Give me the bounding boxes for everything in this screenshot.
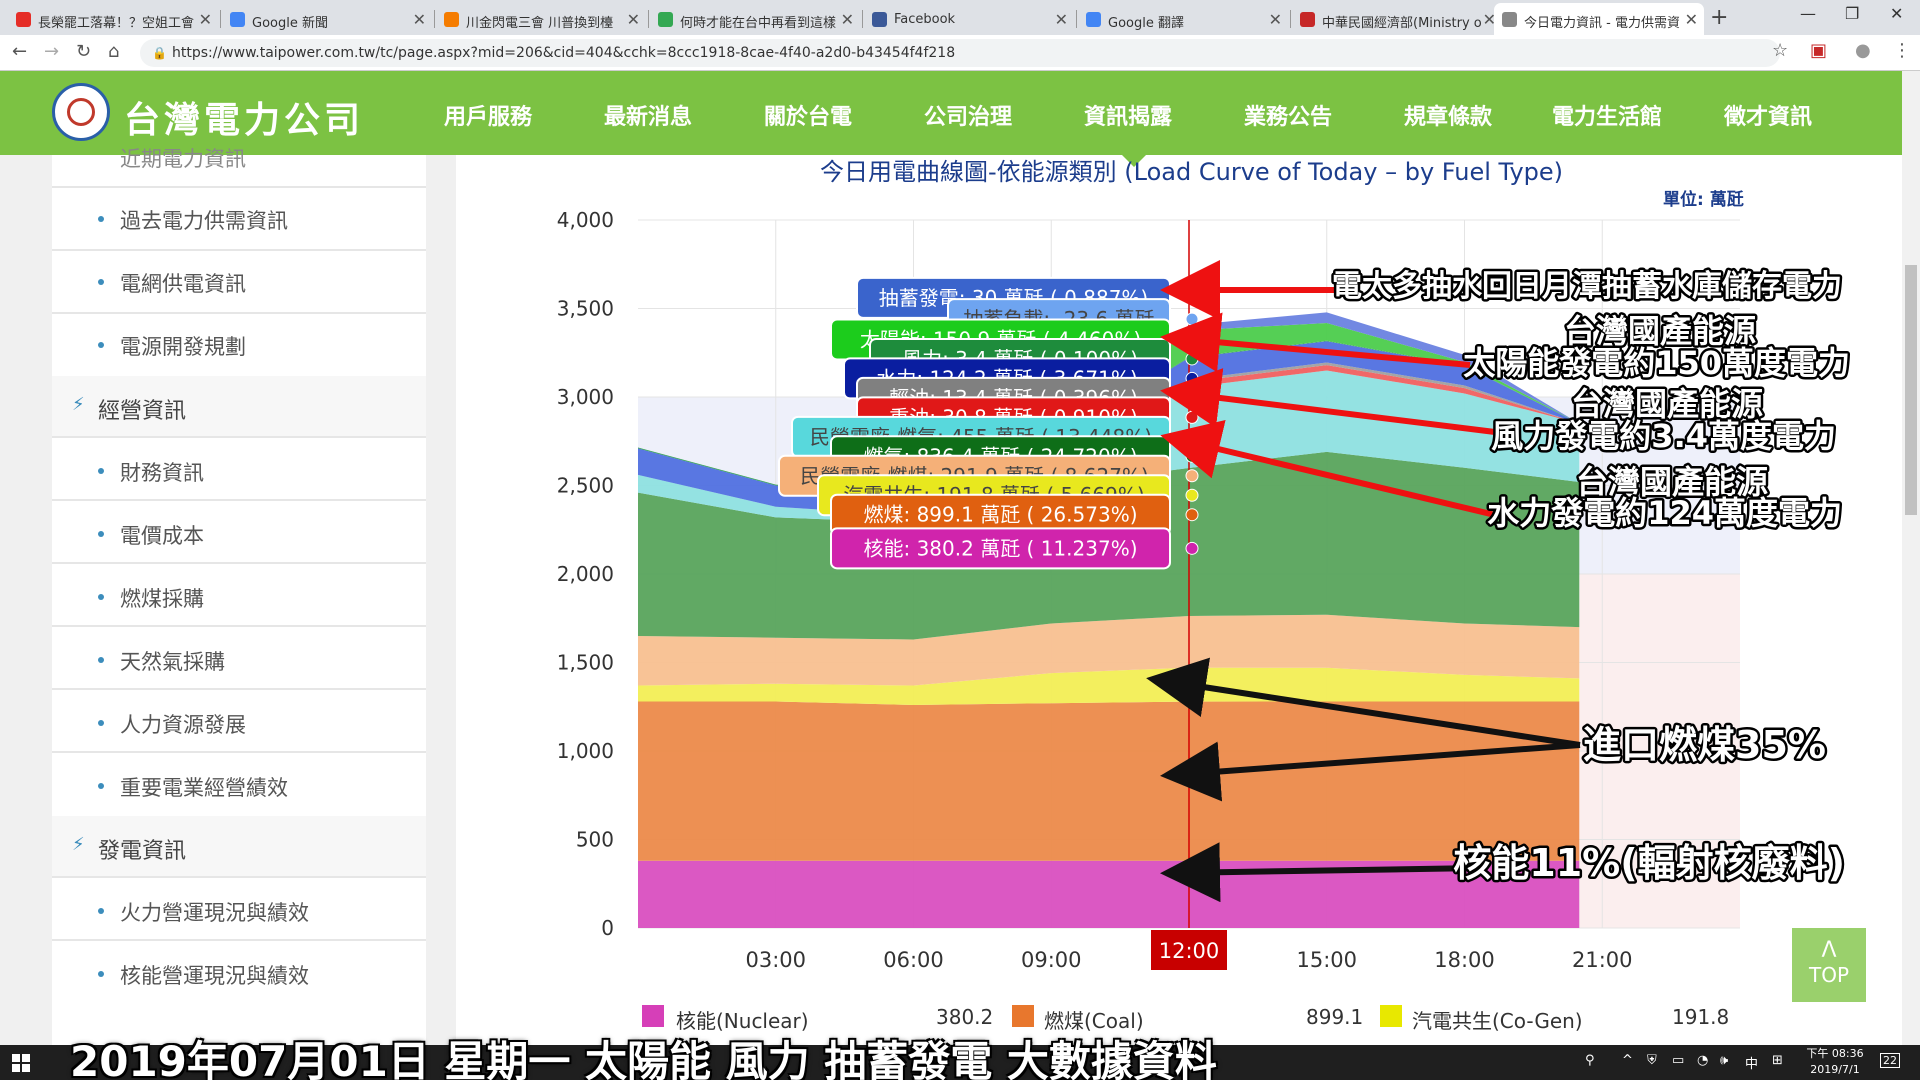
- tooltip-text: 燃煤: 899.1 萬瓩 ( 26.573%): [863, 503, 1137, 527]
- legend-cogen-name[interactable]: 汽電共生(Co-Gen): [1412, 1005, 1583, 1034]
- annotation-coal: 進口燃煤35%: [1583, 723, 1826, 767]
- screen: 長榮罷工落幕！？空姐工會 ✕ Google 新聞 ✕ 川金閃電三會 川普換到檯 ✕ 何…: [0, 0, 1920, 1080]
- tooltip-marker: [1185, 541, 1199, 555]
- y-tick-label: 2,000: [557, 562, 614, 586]
- x-tick-label: 03:00: [745, 948, 806, 972]
- tooltip-marker: [1185, 449, 1199, 463]
- taskbar-date: 2019/7/1: [1810, 1063, 1860, 1076]
- legend-coal-swatch: [1012, 1005, 1034, 1027]
- y-tick-label: 3,000: [557, 385, 614, 409]
- annotation-nuclear: 核能11%(輻射核廢料): [1453, 841, 1845, 885]
- tooltip-marker: [1185, 352, 1199, 366]
- up-arrow-icon: Λ: [1821, 938, 1837, 963]
- annotation-hydro-2: 水力發電約124萬度電力: [1487, 494, 1842, 532]
- taskbar-time: 下午 08:36: [1806, 1047, 1864, 1060]
- network-icon[interactable]: ◔: [1697, 1053, 1708, 1068]
- tooltip-marker: [1185, 312, 1199, 326]
- annotation-wind-2: 風力發電約3.4萬度電力: [1491, 417, 1836, 455]
- back-to-top-button[interactable]: Λ TOP: [1792, 928, 1866, 1002]
- legend-coal-value: 899.1: [1306, 1005, 1364, 1029]
- y-tick-label: 3,500: [557, 297, 614, 321]
- tooltip-marker: [1185, 488, 1199, 502]
- page-scrollbar-thumb[interactable]: [1905, 265, 1917, 515]
- legend-cogen-value: 191.8: [1672, 1005, 1730, 1029]
- tooltip-marker: [1185, 291, 1199, 305]
- tooltip-marker: [1185, 508, 1199, 522]
- windows-start-icon[interactable]: [12, 1054, 30, 1072]
- x-tick-label: 18:00: [1434, 948, 1495, 972]
- taskbar-clock[interactable]: 下午 08:36 2019/7/1: [1800, 1046, 1870, 1078]
- y-tick-label: 0: [601, 916, 614, 940]
- tooltip-marker: [1185, 469, 1199, 483]
- volume-icon[interactable]: 🕪: [1720, 1053, 1728, 1068]
- y-tick-label: 2,500: [557, 474, 614, 498]
- legend-nuclear-swatch: [642, 1005, 664, 1027]
- chart-y-axis: 0 500 1,000 1,500 2,000 2,500 3,000 3,500 4,000: [557, 208, 614, 940]
- chart-tooltips: 抽蓄發電: 30 萬瓩 ( 0.887%)抽蓄負載: -23.6 萬瓩太陽能: …: [778, 276, 1199, 570]
- tooltip-text: 核能: 380.2 萬瓩 ( 11.237%): [863, 536, 1137, 560]
- y-tick-label: 4,000: [557, 208, 614, 232]
- battery-icon[interactable]: ▭: [1672, 1053, 1684, 1068]
- x-tick-label: 09:00: [1021, 948, 1082, 972]
- annotation-pump: 電太多抽水回日月潭抽蓄水庫儲存電力: [1332, 269, 1842, 304]
- people-icon[interactable]: ⚲: [1585, 1053, 1595, 1068]
- tray-expand-icon[interactable]: ^: [1622, 1053, 1633, 1068]
- tooltip-marker: [1185, 410, 1199, 424]
- tooltip-marker: [1185, 371, 1199, 385]
- legend-cogen-swatch: [1380, 1005, 1402, 1027]
- current-time-label: 12:00: [1159, 939, 1220, 963]
- security-icon[interactable]: ⛨: [1647, 1053, 1657, 1068]
- back-to-top-label: TOP: [1808, 963, 1850, 987]
- y-tick-label: 500: [576, 828, 614, 852]
- y-tick-label: 1,000: [557, 739, 614, 763]
- keyboard-icon[interactable]: ⊞: [1772, 1053, 1783, 1068]
- x-tick-label: 06:00: [883, 948, 944, 972]
- load-curve-chart[interactable]: 05001,0001,5002,0002,5003,0003,5004,000 …: [0, 0, 1920, 1080]
- ime-indicator[interactable]: 中: [1745, 1053, 1758, 1072]
- annotation-solar-2: 太陽能發電約150萬度電力: [1463, 344, 1850, 382]
- x-tick-label: 15:00: [1296, 948, 1357, 972]
- video-caption: 2019年07月01日 星期一 太陽能 風力 抽蓄發電 大數據資料: [70, 1037, 1217, 1080]
- legend-nuclear-value: 380.2: [936, 1005, 994, 1029]
- page-scrollbar[interactable]: [1902, 71, 1920, 1045]
- tooltip: 核能: 380.2 萬瓩 ( 11.237%): [830, 527, 1199, 570]
- x-tick-label: 21:00: [1572, 948, 1633, 972]
- notification-count[interactable]: 22: [1880, 1053, 1900, 1068]
- y-tick-label: 1,500: [557, 651, 614, 675]
